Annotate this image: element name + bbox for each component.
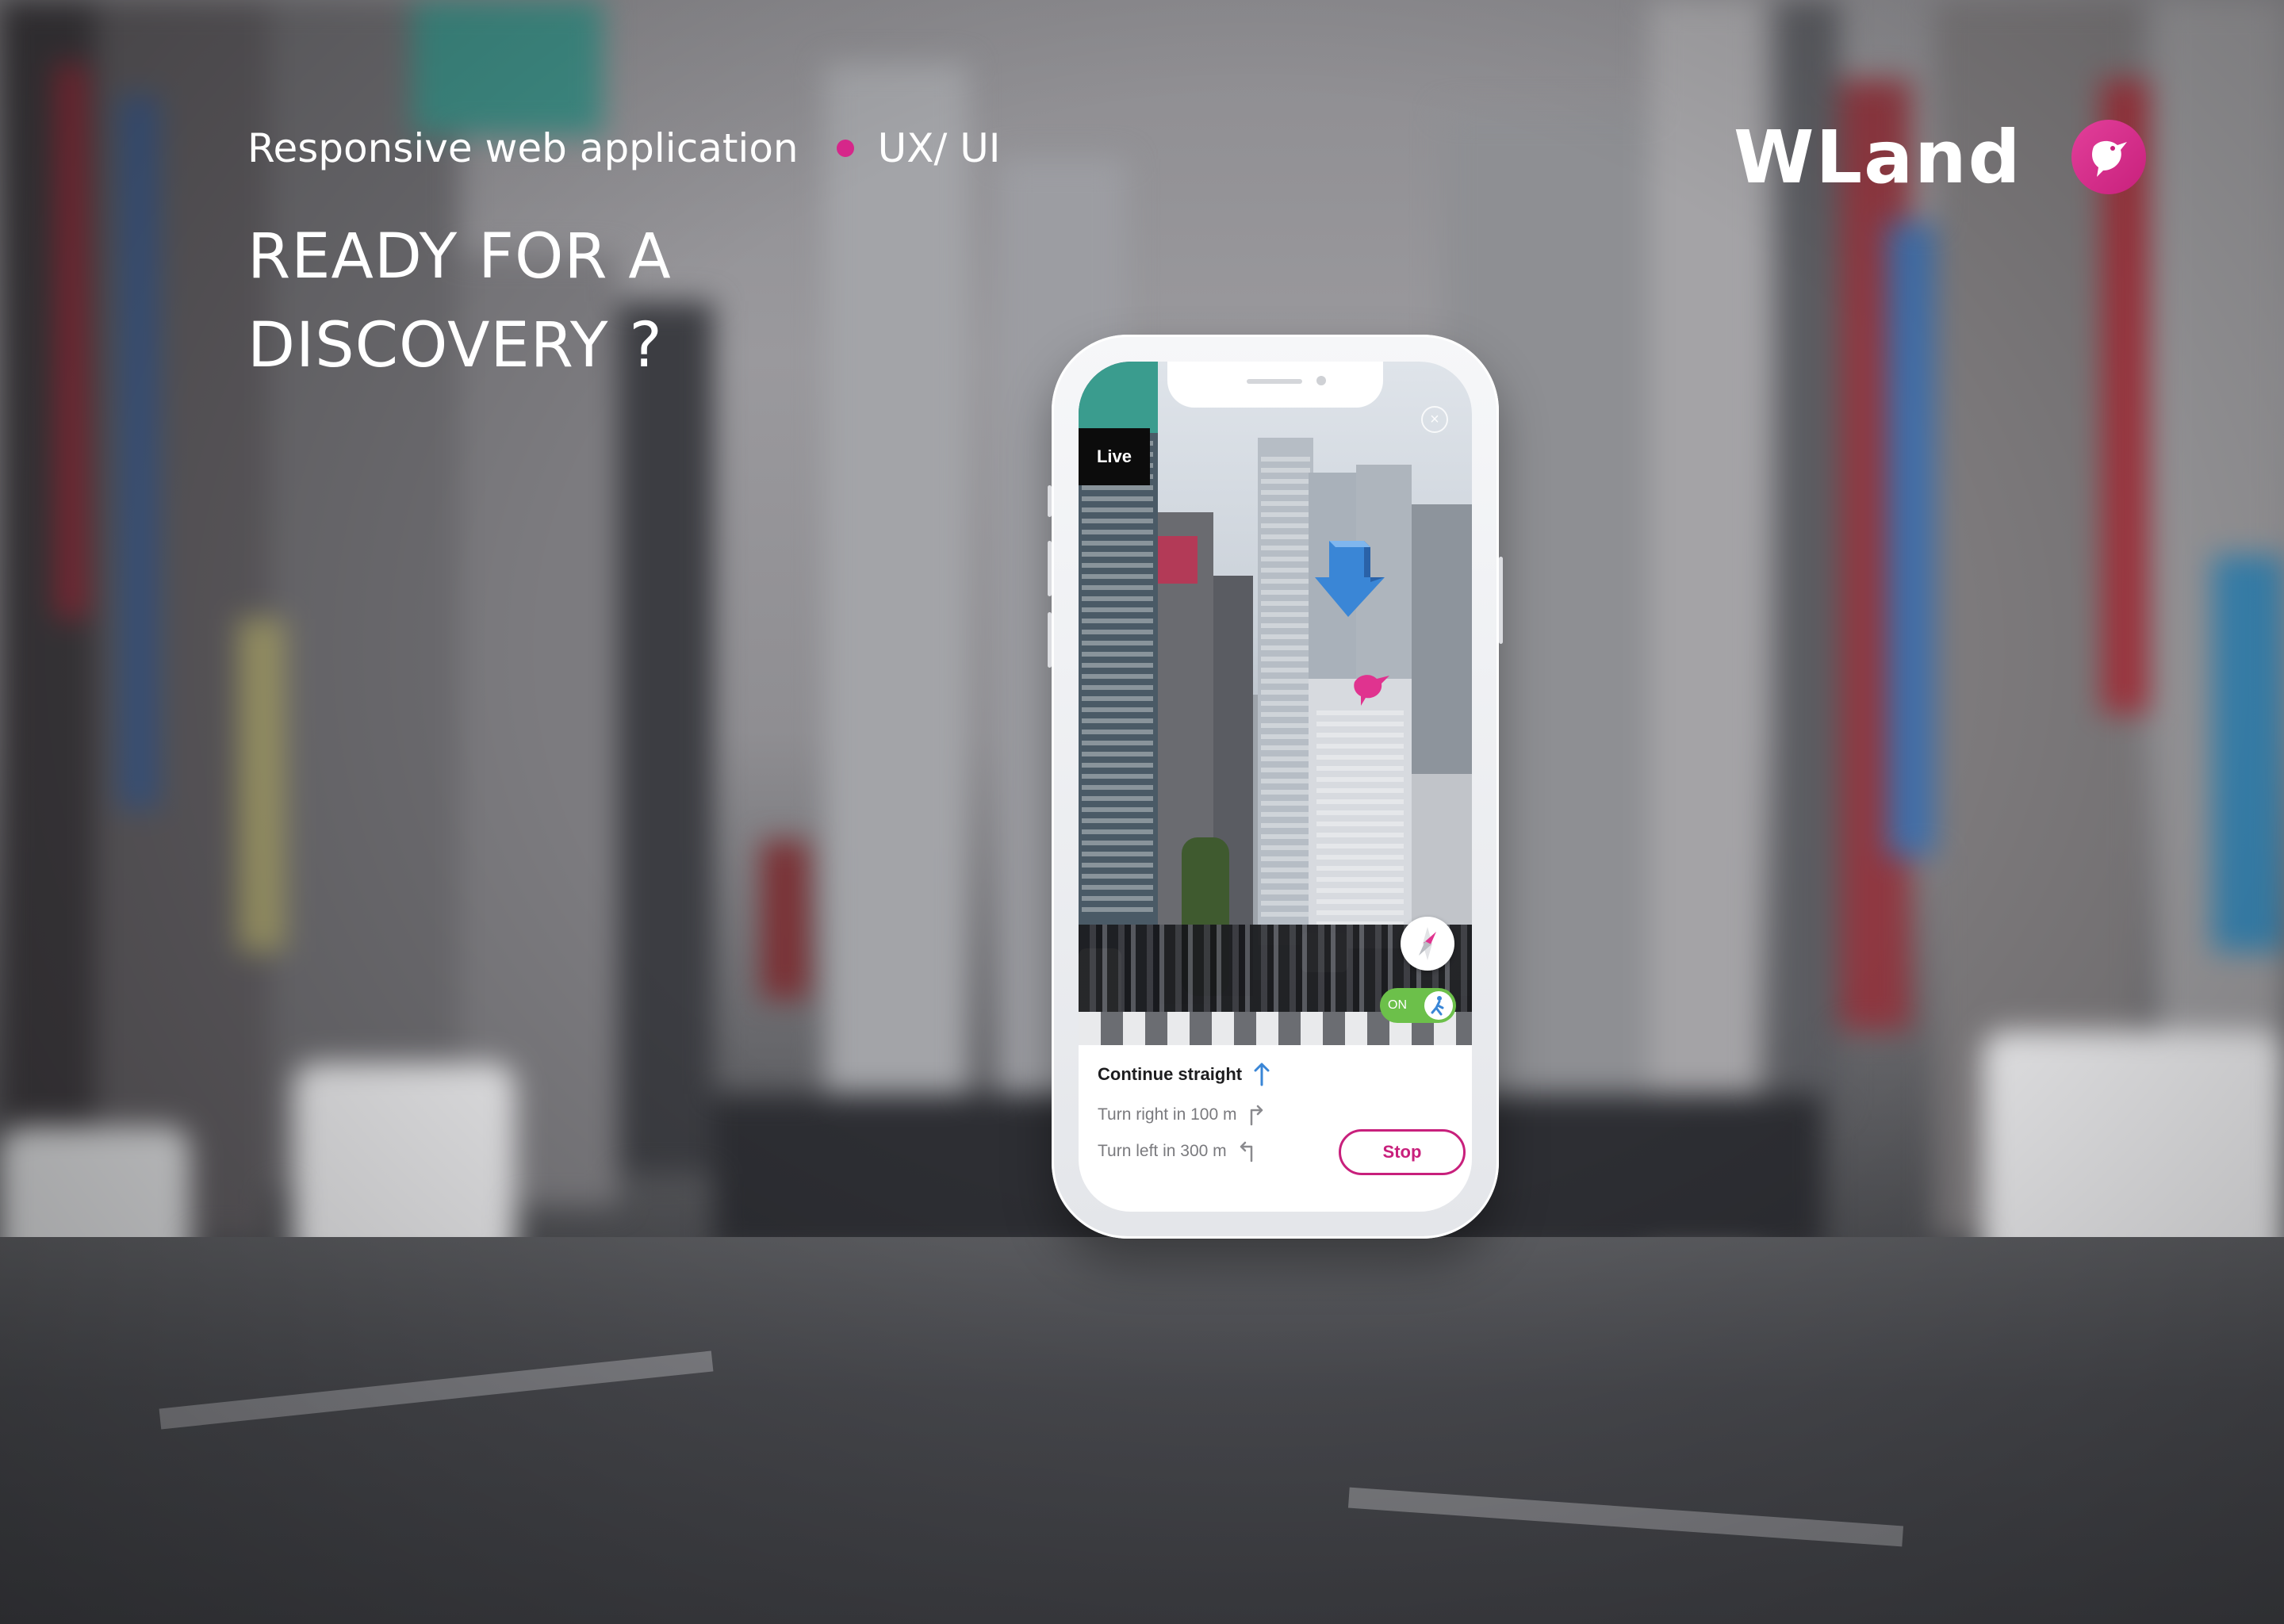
arrow-down-3d-icon bbox=[1312, 538, 1388, 624]
separator-dot bbox=[836, 140, 854, 157]
direction-later: Turn left in 300 m bbox=[1098, 1140, 1255, 1162]
turn-left-icon bbox=[1238, 1140, 1255, 1162]
direction-next: Turn right in 100 m bbox=[1098, 1104, 1265, 1126]
bird-marker-icon[interactable] bbox=[1350, 666, 1394, 711]
project-subtitle: Responsive web application UX/ UI bbox=[247, 121, 1001, 176]
brand-wordmark: WLand bbox=[1734, 114, 2022, 200]
page-headline: READY FOR A DISCOVERY ? bbox=[247, 213, 961, 390]
phone-notch bbox=[1167, 362, 1383, 408]
bird-icon bbox=[2071, 120, 2146, 194]
ar-toggle-switch[interactable]: ON bbox=[1380, 988, 1456, 1023]
turn-right-icon bbox=[1247, 1104, 1265, 1126]
arrow-up-icon bbox=[1253, 1063, 1270, 1086]
subtitle-text: Responsive web application bbox=[247, 125, 799, 171]
walker-icon bbox=[1424, 991, 1453, 1020]
headline-line-2: DISCOVERY ? bbox=[247, 310, 663, 381]
compass-icon[interactable] bbox=[1401, 917, 1454, 971]
live-badge: Live bbox=[1079, 428, 1150, 485]
close-icon[interactable]: × bbox=[1421, 406, 1448, 433]
stop-button[interactable]: Stop bbox=[1339, 1129, 1466, 1175]
direction-text: Continue straight bbox=[1098, 1064, 1243, 1084]
direction-text: Turn left in 300 m bbox=[1098, 1142, 1227, 1160]
headline-line-1: READY FOR A bbox=[247, 221, 672, 293]
directions-panel: Continue straight Turn right in 100 m Tu… bbox=[1098, 1056, 1466, 1199]
toggle-label: ON bbox=[1388, 998, 1407, 1012]
direction-text: Turn right in 100 m bbox=[1098, 1105, 1237, 1124]
phone-mockup: Live × ON Continue straight Turn right i… bbox=[1048, 335, 1503, 1239]
brand-logo: WLand bbox=[1734, 114, 2146, 200]
project-tag: UX/ UI bbox=[877, 125, 1001, 171]
phone-screen: Live × ON Continue straight Turn right i… bbox=[1079, 362, 1472, 1212]
direction-current: Continue straight bbox=[1098, 1063, 1270, 1086]
